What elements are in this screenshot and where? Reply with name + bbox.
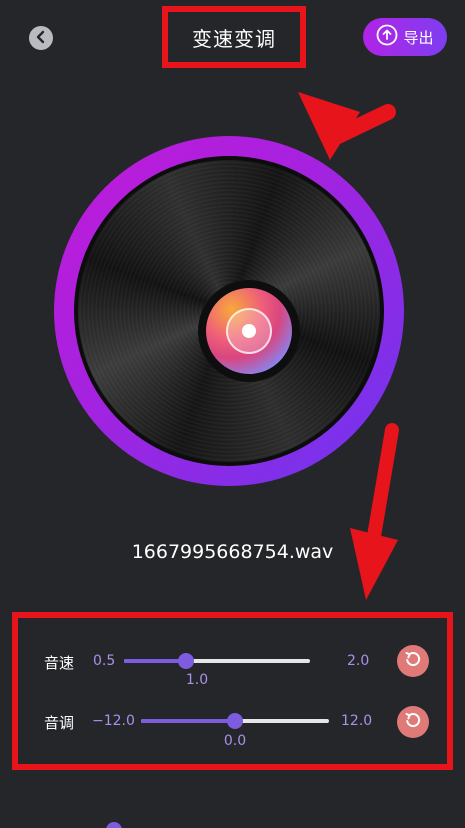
reset-icon xyxy=(404,711,422,733)
record-label xyxy=(198,280,300,382)
record-spindle-ring xyxy=(226,308,272,354)
pitch-slider-fill xyxy=(141,719,235,723)
back-button[interactable] xyxy=(29,26,53,50)
pitch-slider[interactable] xyxy=(141,713,329,729)
pitch-slider-thumb[interactable] xyxy=(227,713,243,729)
record-spindle xyxy=(242,324,256,338)
speed-min-label: 0.5 xyxy=(93,653,116,669)
speed-slider-fill xyxy=(124,659,186,663)
record-disc xyxy=(74,156,384,466)
speed-slider-thumb[interactable] xyxy=(178,653,194,669)
speed-pitch-screen: 变速变调 导出 1667995668754.wav 音速 0.5 2.0 1.0… xyxy=(0,0,465,828)
vinyl-record xyxy=(54,136,404,486)
page-title: 变速变调 xyxy=(192,26,276,51)
chevron-left-icon xyxy=(34,29,48,48)
export-button[interactable]: 导出 xyxy=(363,18,447,56)
export-label: 导出 xyxy=(403,28,434,47)
pitch-max-label: 12.0 xyxy=(341,713,373,729)
record-label-art xyxy=(206,288,292,374)
speed-max-label: 2.0 xyxy=(347,653,370,669)
upload-icon xyxy=(376,24,398,50)
pitch-label: 音调 xyxy=(44,714,75,732)
partial-slider-thumb xyxy=(106,822,122,828)
pitch-value: 0.0 xyxy=(223,733,247,749)
title-annotation-box: 变速变调 xyxy=(162,6,306,68)
speed-label: 音速 xyxy=(44,654,75,672)
speed-reset-button[interactable] xyxy=(397,645,429,677)
reset-icon xyxy=(404,650,422,672)
file-name: 1667995668754.wav xyxy=(131,541,334,563)
speed-slider[interactable] xyxy=(124,653,310,669)
speed-value: 1.0 xyxy=(185,672,209,688)
pitch-reset-button[interactable] xyxy=(397,706,429,738)
pitch-min-label: −12.0 xyxy=(92,713,135,729)
